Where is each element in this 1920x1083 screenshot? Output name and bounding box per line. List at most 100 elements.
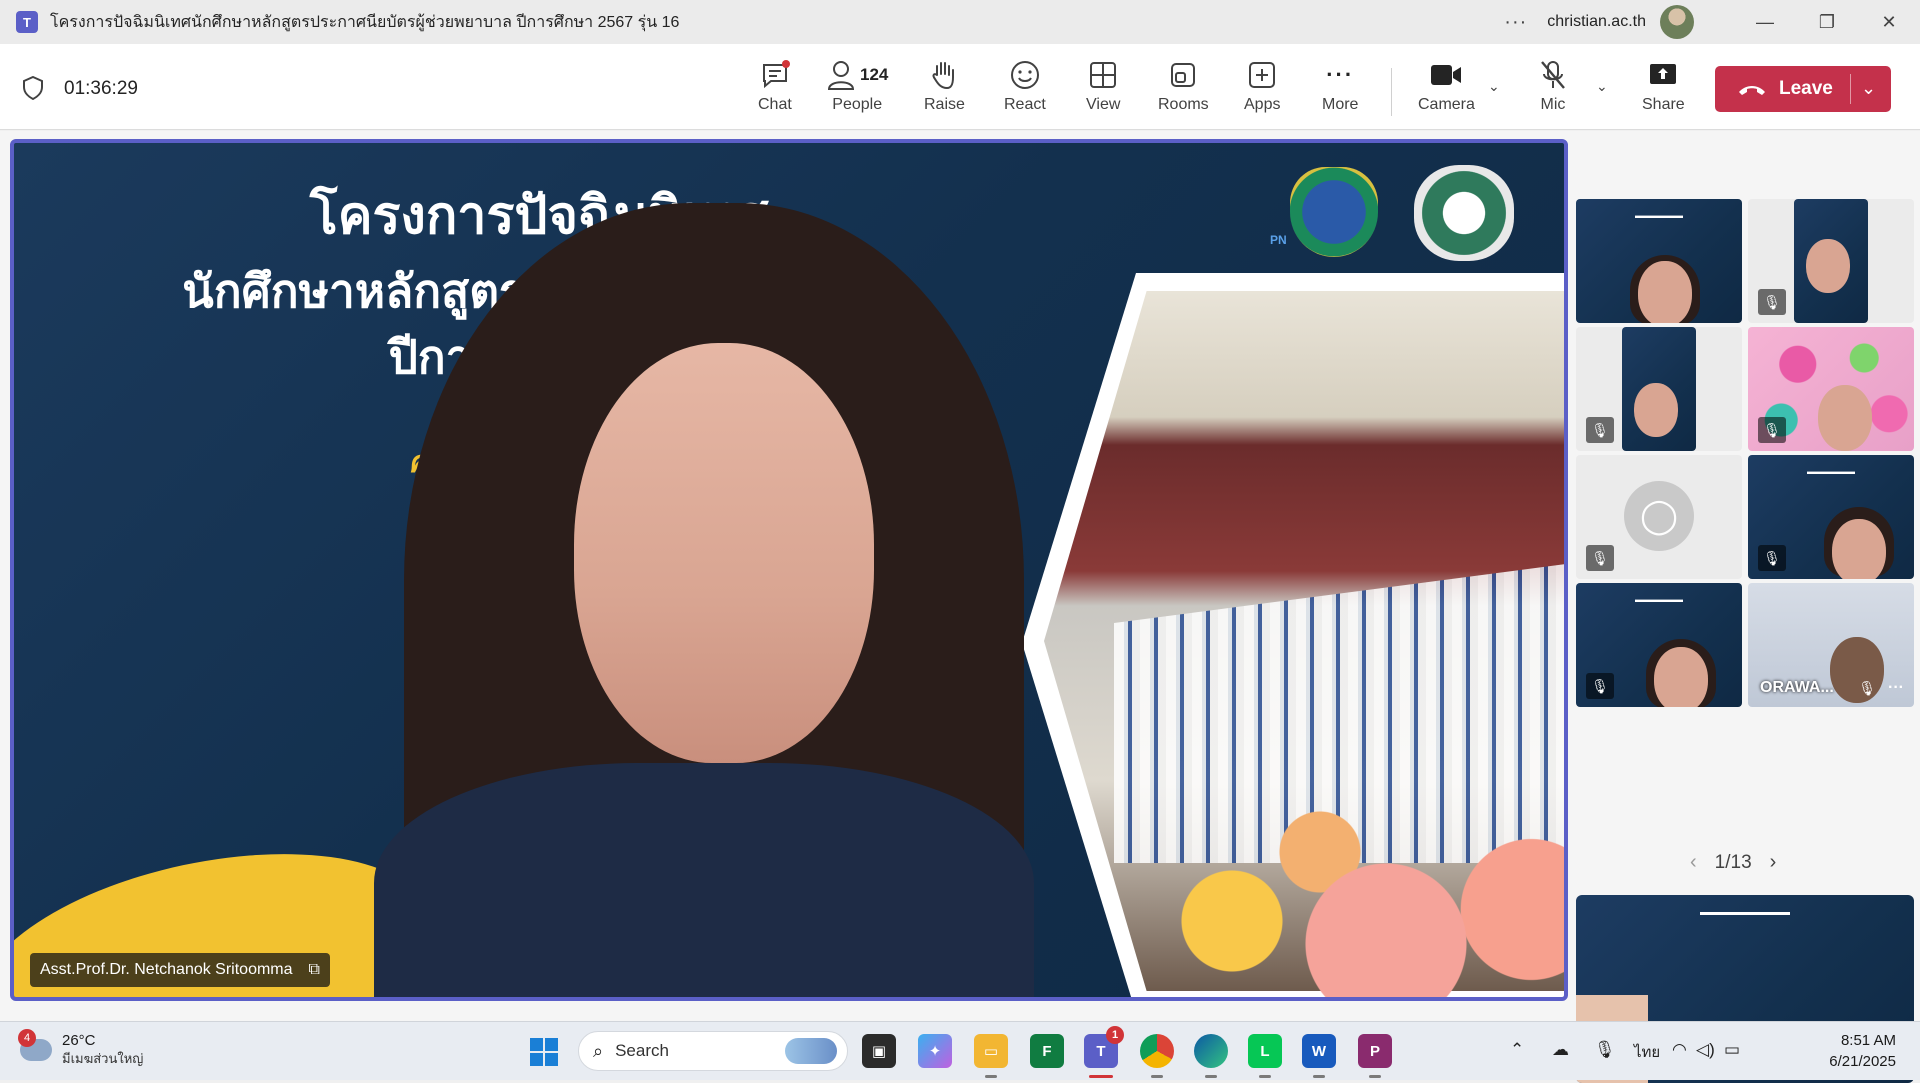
participant-tile[interactable]: 🎙 [1748,199,1914,323]
mic-muted-icon: 🎙 [1758,545,1786,571]
search-label: Search [615,1041,669,1060]
battery-icon[interactable]: ▭ [1724,1040,1740,1060]
mic-options-chevron-icon[interactable]: ⌄ [1596,78,1608,95]
camera-options-chevron-icon[interactable]: ⌄ [1488,78,1500,95]
account-name[interactable]: christian.ac.th [1547,13,1646,31]
share-label: Share [1642,96,1685,113]
show-hidden-icons-chevron-icon[interactable]: ⌃ [1510,1040,1524,1060]
participant-face [1832,519,1886,579]
page-indicator: 1/13 [1714,851,1752,873]
participant-tile[interactable]: ▬▬▬▬▬▬ 🎙 [1576,583,1742,707]
taskbar-search[interactable]: ⌕ Search [578,1031,848,1071]
start-button[interactable] [530,1038,558,1066]
camera-button[interactable]: Camera [1418,58,1475,122]
ellipsis-icon: ··· [1326,62,1355,87]
teams-taskbar-icon[interactable]: T 1 [1084,1026,1124,1078]
gallery-pager: ‹ 1/13 › [1690,851,1776,874]
flower-decoration [1144,783,1564,997]
more-options-icon[interactable]: ··· [1504,11,1527,34]
mic-label: Mic [1540,96,1566,113]
minimize-button[interactable]: — [1734,0,1796,44]
speaker-face [574,343,874,763]
people-icon [827,61,855,90]
view-label: View [1086,96,1121,113]
volume-icon[interactable]: ◁) [1696,1040,1715,1060]
participant-tile[interactable]: 🎙 [1576,327,1742,451]
leave-button[interactable]: Leave ⌄ [1715,66,1891,112]
meeting-stage: โครงการปัจฉิมนิเทศ นักศึกษาหลักสูตรประกา… [0,131,1920,1083]
view-button[interactable]: View [1086,58,1120,122]
input-language[interactable]: ไทย [1634,1040,1660,1064]
weather-condition: มีเมฆส่วนใหญ่ [62,1051,144,1066]
leave-options-chevron-icon[interactable]: ⌄ [1861,78,1876,99]
next-page-icon[interactable]: › [1770,851,1777,874]
default-avatar-icon: ◯ [1624,481,1694,551]
participant-face [1654,647,1708,707]
hang-up-icon [1739,86,1765,95]
system-tray: ⌃ ☁ 🎙 ไทย ◠ ◁) ▭ 8:51 AM 6/21/2025 [1500,1022,1920,1081]
mic-muted-icon: 🎙 [1858,680,1876,696]
apps-button[interactable]: Apps [1244,58,1280,122]
participant-name: ORAWA... [1760,679,1834,696]
search-highlight-image [785,1038,837,1064]
people-button[interactable]: 124 People [826,58,888,122]
tile-slide-graphic: ▬▬▬▬▬▬ [1807,467,1855,476]
university-seal [1414,165,1514,261]
camera-icon [1429,58,1463,92]
main-speaker-video[interactable]: โครงการปัจฉิมนิเทศ นักศึกษาหลักสูตรประกา… [10,139,1568,1001]
raise-hand-button[interactable]: Raise [924,58,965,122]
word-icon[interactable]: W [1302,1034,1336,1078]
chrome-icon[interactable] [1140,1034,1174,1078]
participant-tile[interactable]: ▬▬▬▬▬▬ 🎙 [1748,455,1914,579]
weather-temperature: 26°C [62,1032,96,1049]
meeting-toolbar: 01:36:29 Chat 124 People Raise React Vie… [0,44,1920,130]
shield-icon [23,76,43,100]
previous-page-icon[interactable]: ‹ [1690,851,1697,874]
onedrive-sync-icon[interactable]: ☁ [1552,1040,1569,1060]
mic-muted-icon: 🎙 [1758,289,1786,315]
participant-more-icon[interactable]: ··· [1888,679,1904,697]
leave-divider [1850,74,1851,104]
participant-tile[interactable]: ▬▬▬▬▬▬ [1576,199,1742,323]
mic-in-use-icon[interactable]: 🎙 [1594,1040,1616,1060]
copilot-icon[interactable]: ✦ [918,1034,952,1068]
close-button[interactable]: ✕ [1858,0,1920,44]
line-app-icon[interactable]: L [1248,1034,1282,1078]
account-avatar[interactable] [1660,5,1694,39]
camera-label: Camera [1418,96,1475,113]
excel-forms-icon[interactable]: F [1030,1034,1064,1068]
react-button[interactable]: React [1004,58,1046,122]
rooms-button[interactable]: Rooms [1158,58,1209,122]
faculty-logo [1290,167,1378,257]
chat-button[interactable]: Chat [758,58,792,122]
restore-button[interactable]: ❐ [1796,0,1858,44]
task-view-icon[interactable]: ▣ [862,1034,896,1068]
hand-icon [929,58,959,92]
share-button[interactable]: Share [1642,58,1685,122]
apps-label: Apps [1244,96,1281,113]
rooms-icon [1168,58,1198,92]
wifi-icon[interactable]: ◠ [1672,1040,1687,1060]
mic-button[interactable]: Mic [1538,58,1568,122]
taskbar-clock[interactable]: 8:51 AM 6/21/2025 [1829,1030,1896,1072]
pdf-app-icon[interactable]: P [1358,1034,1392,1078]
clock-date: 6/21/2025 [1829,1053,1896,1070]
participant-face [1806,239,1850,293]
meeting-timer: 01:36:29 [64,78,138,99]
clock-time: 8:51 AM [1840,1032,1896,1049]
mic-muted-icon [1538,58,1568,92]
participant-tile[interactable]: 🎙 [1748,327,1914,451]
people-count: 124 [860,65,889,84]
participant-tile[interactable]: ORAWA... 🎙 ··· [1748,583,1914,707]
tile-slide-graphic: ▬▬▬▬▬▬▬▬▬ [1700,907,1790,918]
participant-face [1818,385,1872,451]
speaker-name-tag: Asst.Prof.Dr. Netchanok Sritoomma ⧉ [30,953,330,987]
weather-widget[interactable]: 4 26°C มีเมฆส่วนใหญ่ [18,1029,144,1068]
teams-notification-badge: 1 [1106,1026,1124,1044]
window-title: โครงการปัจฉิมนิเทศนักศึกษาหลักสูตรประกาศ… [50,13,680,31]
participant-tile[interactable]: ◯ 🎙 [1576,455,1742,579]
mic-muted-icon: 🎙 [1586,417,1614,443]
file-explorer-icon[interactable]: ▭ [974,1034,1008,1078]
edge-icon[interactable] [1194,1034,1228,1078]
more-button[interactable]: ··· More [1322,58,1358,122]
